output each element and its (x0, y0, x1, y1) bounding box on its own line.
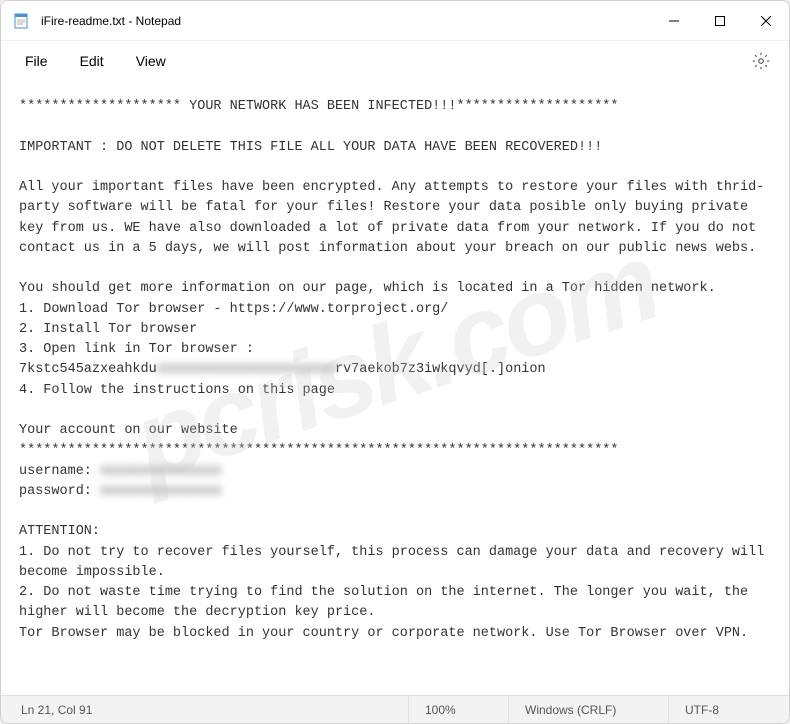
close-button[interactable] (743, 1, 789, 41)
text-line: ****************************************… (19, 443, 619, 458)
status-zoom[interactable]: 100% (409, 696, 509, 723)
text-line: username: (19, 464, 100, 479)
text-line: 1. Download Tor browser - https://www.to… (19, 302, 448, 317)
text-line: password: (19, 484, 100, 499)
window-controls (651, 1, 789, 40)
status-encoding: Windows (CRLF) (509, 696, 669, 723)
notepad-icon (13, 13, 29, 29)
menu-file[interactable]: File (11, 47, 62, 75)
notepad-window: iFire-readme.txt - Notepad File Edit Vie… (0, 0, 790, 724)
menubar: File Edit View (1, 41, 789, 81)
menu-edit[interactable]: Edit (66, 47, 118, 75)
statusbar: Ln 21, Col 91 100% Windows (CRLF) UTF-8 (1, 695, 789, 723)
text-line: All your important files have been encry… (19, 180, 764, 256)
settings-button[interactable] (743, 43, 779, 79)
redacted-password: xxxxxxxxxxxxxxx (100, 484, 222, 499)
status-position: Ln 21, Col 91 (1, 696, 409, 723)
text-line: Tor Browser may be blocked in your count… (19, 626, 748, 641)
text-line: Your account on our website (19, 423, 238, 438)
text-line: 7kstc545azxeahkdu (19, 362, 157, 377)
status-charset: UTF-8 (669, 696, 789, 723)
text-line: 4. Follow the instructions on this page (19, 383, 335, 398)
text-line: ******************** YOUR NETWORK HAS BE… (19, 99, 619, 114)
text-line: 2. Install Tor browser (19, 322, 197, 337)
text-line: 3. Open link in Tor browser : (19, 342, 254, 357)
text-line: rv7aekob7z3iwkqvyd[.]onion (335, 362, 546, 377)
redacted-onion: xxxxxxxxxxxxxxxxxxxxxx (157, 362, 335, 377)
menu-view[interactable]: View (122, 47, 180, 75)
window-title: iFire-readme.txt - Notepad (41, 14, 651, 28)
minimize-button[interactable] (651, 1, 697, 41)
text-content[interactable]: ******************** YOUR NETWORK HAS BE… (1, 81, 789, 695)
redacted-username: xxxxxxxxxxxxxxx (100, 464, 222, 479)
text-line: IMPORTANT : DO NOT DELETE THIS FILE ALL … (19, 140, 602, 155)
text-line: 2. Do not waste time trying to find the … (19, 585, 756, 620)
text-line: ATTENTION: (19, 524, 100, 539)
text-line: 1. Do not try to recover files yourself,… (19, 545, 772, 580)
text-line: You should get more information on our p… (19, 281, 716, 296)
maximize-button[interactable] (697, 1, 743, 41)
titlebar: iFire-readme.txt - Notepad (1, 1, 789, 41)
